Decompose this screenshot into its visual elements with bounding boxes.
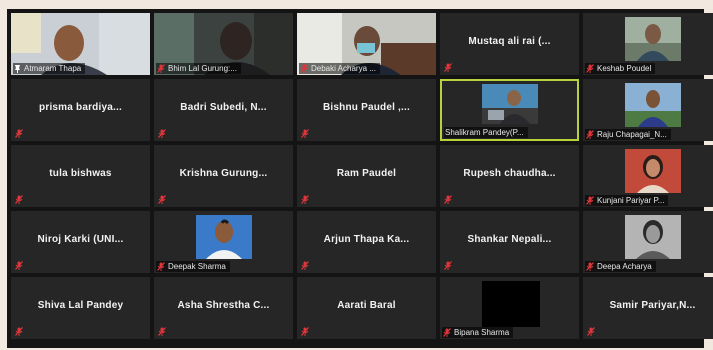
- pin-icon: [15, 64, 20, 73]
- participant-name: tula bishwas: [49, 168, 112, 179]
- muted-mic-icon: [157, 64, 165, 73]
- participant-tile[interactable]: Debaki Acharya ...: [297, 13, 436, 75]
- muted-mic-icon: [443, 328, 451, 337]
- participant-name: Samir Pariyar,N...: [609, 300, 696, 311]
- participant-tile[interactable]: Asha Shrestha C...: [154, 277, 293, 339]
- meeting-gallery-view: Atmaram Thapa Bhim Lal Gurung:... Debaki…: [7, 9, 713, 348]
- participant-tile[interactable]: Deepak Sharma: [154, 211, 293, 273]
- participant-name: Raju Chapagai_N...: [597, 130, 667, 139]
- muted-mic-icon: [15, 195, 23, 204]
- muted-mic-icon: [301, 261, 309, 270]
- participant-name: Bishnu Paudel ,...: [323, 102, 410, 113]
- participant-tile[interactable]: Bhim Lal Gurung:...: [154, 13, 293, 75]
- participant-tile[interactable]: Shiva Lal Pandey: [11, 277, 150, 339]
- participant-tile[interactable]: Badri Subedi, N...: [154, 79, 293, 141]
- muted-mic-icon: [444, 63, 452, 72]
- participant-name: Mustaq ali rai (...: [468, 36, 551, 47]
- participant-tile[interactable]: Keshab Poudel: [583, 13, 713, 75]
- participant-name: Deepak Sharma: [168, 262, 226, 271]
- participant-tile[interactable]: tula bishwas: [11, 145, 150, 207]
- participant-name: Asha Shrestha C...: [177, 300, 270, 311]
- participant-name: Debaki Acharya ...: [311, 64, 376, 73]
- participant-name: Atmaram Thapa: [24, 64, 82, 73]
- muted-mic-icon: [301, 327, 309, 336]
- participant-name: Rupesh chaudha...: [463, 168, 556, 179]
- participant-name: Bipana Sharma: [454, 328, 510, 337]
- participant-tile[interactable]: Raju Chapagai_N...: [583, 79, 713, 141]
- profile-picture: [625, 83, 681, 127]
- participant-name-caption: Shalikram Pandey(P...: [444, 127, 528, 138]
- profile-picture: [482, 84, 538, 124]
- participant-tile[interactable]: Bipana Sharma: [440, 277, 579, 339]
- participant-name-caption: Debaki Acharya ...: [299, 63, 380, 74]
- participant-name: Shalikram Pandey(P...: [445, 128, 524, 137]
- participant-name-caption: Raju Chapagai_N...: [585, 129, 671, 140]
- participant-name-caption: Deepa Acharya: [585, 261, 656, 272]
- muted-mic-icon: [158, 195, 166, 204]
- participant-name: Deepa Acharya: [597, 262, 652, 271]
- muted-mic-icon: [15, 261, 23, 270]
- participant-name: Arjun Thapa Ka...: [323, 234, 410, 245]
- participant-tile[interactable]: Mustaq ali rai (...: [440, 13, 579, 75]
- participant-name-caption: Deepak Sharma: [156, 261, 230, 272]
- participant-grid: Atmaram Thapa Bhim Lal Gurung:... Debaki…: [11, 13, 713, 339]
- muted-mic-icon: [158, 327, 166, 336]
- participant-tile[interactable]: Deepa Acharya: [583, 211, 713, 273]
- muted-mic-icon: [444, 261, 452, 270]
- muted-mic-icon: [15, 129, 23, 138]
- active-speaker-tile[interactable]: Shalikram Pandey(P...: [440, 79, 579, 141]
- muted-mic-icon: [301, 129, 309, 138]
- profile-picture: [196, 215, 252, 259]
- participant-name: prisma bardiya...: [39, 102, 122, 113]
- participant-name: Aarati Baral: [337, 300, 396, 311]
- participant-tile[interactable]: Bishnu Paudel ,...: [297, 79, 436, 141]
- participant-name: Shankar Nepali...: [467, 234, 552, 245]
- participant-name: Ram Paudel: [336, 168, 397, 179]
- participant-tile[interactable]: Niroj Karki (UNI...: [11, 211, 150, 273]
- participant-name-caption: Keshab Poudel: [585, 63, 656, 74]
- participant-name-caption: Bipana Sharma: [442, 327, 514, 338]
- profile-picture: [625, 17, 681, 61]
- participant-tile[interactable]: Arjun Thapa Ka...: [297, 211, 436, 273]
- muted-mic-icon: [444, 195, 452, 204]
- participant-tile[interactable]: Samir Pariyar,N...: [583, 277, 713, 339]
- participant-name: Krishna Gurung...: [179, 168, 268, 179]
- muted-mic-icon: [300, 64, 308, 73]
- participant-tile[interactable]: Krishna Gurung...: [154, 145, 293, 207]
- muted-mic-icon: [587, 327, 595, 336]
- profile-picture: [625, 149, 681, 193]
- muted-mic-icon: [157, 262, 165, 271]
- participant-name: Badri Subedi, N...: [180, 102, 267, 113]
- participant-name-caption: Atmaram Thapa: [13, 63, 86, 74]
- profile-picture: [482, 281, 540, 327]
- muted-mic-icon: [586, 64, 594, 73]
- participant-name: Kunjani Pariyar P...: [597, 196, 665, 205]
- participant-tile[interactable]: Atmaram Thapa: [11, 13, 150, 75]
- participant-tile[interactable]: Ram Paudel: [297, 145, 436, 207]
- participant-tile[interactable]: Aarati Baral: [297, 277, 436, 339]
- muted-mic-icon: [158, 129, 166, 138]
- participant-name: Niroj Karki (UNI...: [37, 234, 124, 245]
- participant-name: Keshab Poudel: [597, 64, 652, 73]
- muted-mic-icon: [301, 195, 309, 204]
- participant-tile[interactable]: Kunjani Pariyar P...: [583, 145, 713, 207]
- muted-mic-icon: [15, 327, 23, 336]
- participant-tile[interactable]: Shankar Nepali...: [440, 211, 579, 273]
- participant-name: Bhim Lal Gurung:...: [168, 64, 237, 73]
- muted-mic-icon: [586, 130, 594, 139]
- participant-tile[interactable]: Rupesh chaudha...: [440, 145, 579, 207]
- muted-mic-icon: [586, 196, 594, 205]
- muted-mic-icon: [586, 262, 594, 271]
- participant-name: Shiva Lal Pandey: [37, 300, 124, 311]
- participant-name-caption: Kunjani Pariyar P...: [585, 195, 669, 206]
- profile-picture: [625, 215, 681, 259]
- participant-name-caption: Bhim Lal Gurung:...: [156, 63, 241, 74]
- participant-tile[interactable]: prisma bardiya...: [11, 79, 150, 141]
